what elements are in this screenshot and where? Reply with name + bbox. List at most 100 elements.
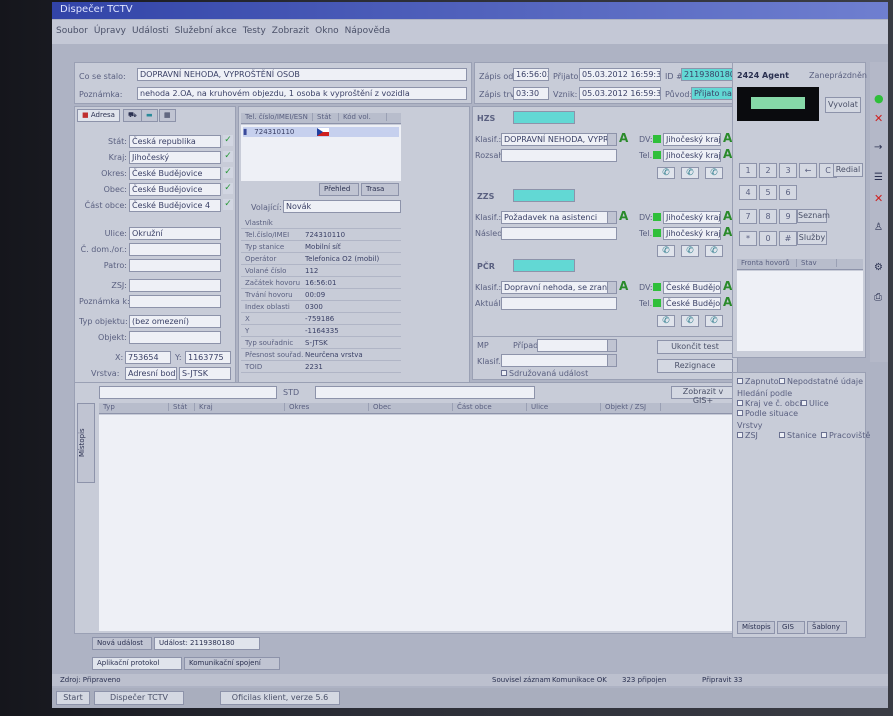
phone-call-icon[interactable]: ✆	[657, 245, 675, 257]
mp-klasif-select[interactable]	[501, 354, 617, 367]
unit-pcr-dv-select[interactable]: České Budějovice	[663, 281, 721, 294]
zobrazit-gis-button[interactable]: Zobrazit v GIS+	[671, 386, 735, 405]
menu-item-3[interactable]: Služební akce	[175, 26, 237, 36]
filter-checkbox[interactable]	[737, 432, 743, 438]
unit-pcr-klasif-select[interactable]: Dopravní nehoda, se zraněním	[501, 281, 617, 294]
filter-checkbox[interactable]	[737, 410, 743, 416]
addr-extra-field-6[interactable]	[129, 331, 221, 344]
addr-extra-field-5[interactable]: (bez omezení)	[129, 315, 221, 328]
phone-call-icon[interactable]: ✆	[681, 315, 699, 327]
prijato-field[interactable]: 05.03.2012 16:59:33	[579, 68, 661, 81]
menu-item-4[interactable]: Testy	[243, 26, 266, 36]
unit-zzs-tel-select[interactable]: Jihočeský kraj	[663, 227, 721, 240]
ukoncit-button[interactable]: Ukončit test	[657, 340, 733, 354]
filter-checkbox[interactable]	[821, 432, 827, 438]
addr-x-field[interactable]: 753654	[125, 351, 171, 364]
co-se-stalo-field[interactable]: DOPRAVNÍ NEHODA, VYPROŠTĚNÍ OSOB	[137, 68, 467, 81]
menu-item-2[interactable]: Události	[132, 26, 169, 36]
unit-zzs-dv-select[interactable]: Jihočeský kraj	[663, 211, 721, 224]
unit-zzs-rozsah-select[interactable]	[501, 227, 617, 240]
caller-row[interactable]: ▮ 724310110	[243, 127, 399, 137]
search-input-2[interactable]	[315, 386, 535, 399]
addr-kraj-select[interactable]: Jihočeský	[129, 151, 221, 164]
filter-checkbox[interactable]	[737, 378, 743, 384]
filter-checkbox[interactable]	[737, 400, 743, 406]
start-button[interactable]: Start	[56, 691, 90, 705]
rezignace-button[interactable]: Rezignace	[657, 359, 733, 373]
addr-vrstva-field[interactable]: Adresní body	[125, 367, 177, 380]
addr-extra-field-2[interactable]	[129, 259, 221, 272]
poznamka-field[interactable]: nehoda 2.OA, na kruhovém objezdu, 1 osob…	[137, 87, 467, 100]
tab-filter-gis[interactable]: GIS	[777, 621, 805, 634]
key-7[interactable]: 6	[779, 185, 797, 200]
vznik-field[interactable]: 05.03.2012 16:59:33	[579, 87, 661, 100]
unit-hzs-rozsah-select[interactable]	[501, 149, 617, 162]
close-icon[interactable]: ✕	[874, 112, 883, 125]
fronta-list[interactable]	[737, 271, 863, 351]
search-input[interactable]	[99, 386, 277, 399]
settings-icon[interactable]: ⚙	[874, 262, 883, 273]
unit-hzs-klasif-select[interactable]: DOPRAVNÍ NEHODA, VYPROŠTĚNÍ	[501, 133, 617, 146]
tab-address[interactable]: ■ Adresa	[77, 109, 120, 122]
green-dot-icon[interactable]: ●	[874, 92, 884, 105]
person-icon[interactable]: ♙	[874, 222, 883, 233]
filter-kraj_obec[interactable]: Kraj ve č. obci	[737, 399, 801, 408]
filter-zapnuto[interactable]: Zapnuto	[737, 377, 779, 386]
results-grid[interactable]	[99, 415, 735, 631]
key-11[interactable]: *	[739, 231, 757, 246]
filter-checkbox[interactable]	[779, 432, 785, 438]
tab-building[interactable]: ▦	[159, 109, 176, 122]
tab-aplikacni-protokol[interactable]: Aplikační protokol	[92, 657, 182, 670]
addr-extra-field-3[interactable]	[129, 279, 221, 292]
delete-icon[interactable]: ✕	[874, 192, 883, 205]
taskbar-app-klient[interactable]: Oficilas klient, verze 5.6	[220, 691, 340, 705]
unit-hzs-dv-select[interactable]: Jihočeský kraj	[663, 133, 721, 146]
phone-call-icon[interactable]: ✆	[657, 315, 675, 327]
key-1[interactable]: 2	[759, 163, 777, 178]
addr-cast-select[interactable]: České Budějovice 4	[129, 199, 221, 212]
tab-mistopis-side[interactable]: Místopis	[77, 403, 95, 483]
vyvolat-button[interactable]: Vyvolat	[825, 97, 861, 113]
tab-prehled[interactable]: Přehled	[319, 183, 359, 196]
key-10[interactable]: 9	[779, 209, 797, 224]
taskbar-app-dispecer[interactable]: Dispečer TCTV	[94, 691, 184, 705]
tab-nova-udalost[interactable]: Nová událost	[92, 637, 152, 650]
redial-button[interactable]: Redial	[833, 163, 863, 177]
unit-hzs-tel-select[interactable]: Jihočeský kraj	[663, 149, 721, 162]
arrow-icon[interactable]: →	[874, 142, 882, 153]
tab-komunikacni[interactable]: Komunikační spojení	[184, 657, 280, 670]
tab-udalost[interactable]: Událost: 2119380180	[154, 637, 260, 650]
filter-zsj[interactable]: ZSJ	[737, 431, 758, 440]
phone-call-icon[interactable]: ✆	[681, 245, 699, 257]
key-8[interactable]: 7	[739, 209, 757, 224]
tab-filter-mistopis[interactable]: Místopis	[737, 621, 775, 634]
volajici-field[interactable]: Novák	[283, 200, 401, 213]
menu-item-0[interactable]: Soubor	[56, 26, 88, 36]
addr-extra-field-1[interactable]	[129, 243, 221, 256]
filter-pracoviste[interactable]: Pracoviště	[821, 431, 870, 440]
tab-filter-sablony[interactable]: Šablony	[807, 621, 847, 634]
filter-ulice[interactable]: Ulice	[801, 399, 829, 408]
phone-call-icon[interactable]: ✆	[681, 167, 699, 179]
zapis-od-field[interactable]: 16:56:03	[513, 68, 549, 81]
filter-stanice[interactable]: Stanice	[779, 431, 817, 440]
key-13[interactable]: #	[779, 231, 797, 246]
phone-call-icon[interactable]: ✆	[705, 245, 723, 257]
filter-checkbox[interactable]	[779, 378, 785, 384]
addr-stat-select[interactable]: Česká republika	[129, 135, 221, 148]
tab-road[interactable]: ▬	[141, 109, 158, 122]
phone-call-icon[interactable]: ✆	[705, 315, 723, 327]
key-6[interactable]: 5	[759, 185, 777, 200]
filter-vrstvy_label[interactable]: Vrstvy	[737, 421, 763, 430]
filter-checkbox[interactable]	[801, 400, 807, 406]
addr-vrstva2-field[interactable]: S-JTSK	[179, 367, 231, 380]
unit-zzs-klasif-select[interactable]: Požadavek na asistenci	[501, 211, 617, 224]
list-icon[interactable]: ☰	[874, 172, 883, 183]
addr-okres-select[interactable]: České Budějovice	[129, 167, 221, 180]
phone-call-icon[interactable]: ✆	[705, 167, 723, 179]
filter-hledani_label[interactable]: Hledání podle	[737, 389, 792, 398]
filter-nepodstatne[interactable]: Nepodstatné údaje	[779, 377, 863, 386]
addr-obec-select[interactable]: České Budějovice	[129, 183, 221, 196]
phone-call-icon[interactable]: ✆	[657, 167, 675, 179]
key-12[interactable]: 0	[759, 231, 777, 246]
